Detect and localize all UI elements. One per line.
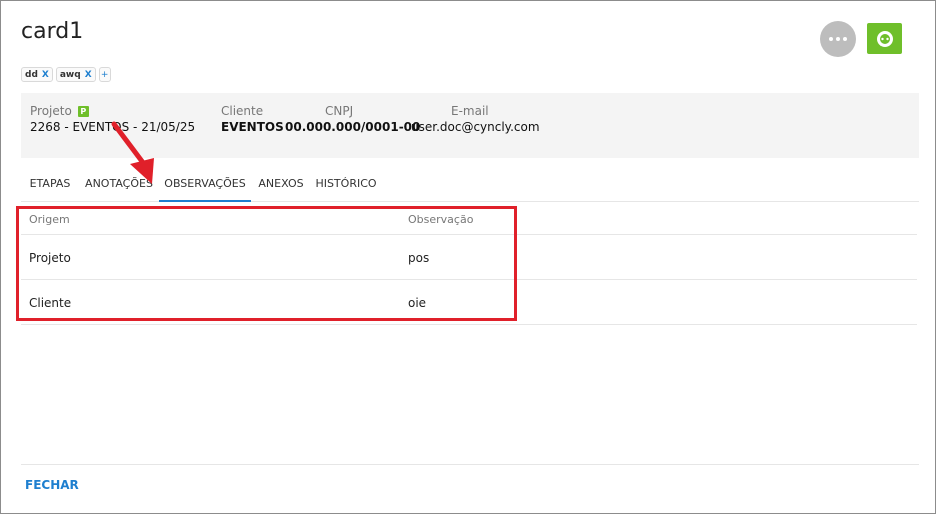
- tag-label: awq: [59, 69, 81, 80]
- tab-historico[interactable]: HISTÓRICO: [311, 167, 381, 202]
- whatsapp-icon: [876, 30, 893, 47]
- cliente-label: Cliente: [221, 104, 264, 118]
- more-options-button[interactable]: [820, 21, 856, 57]
- tab-etapas[interactable]: ETAPAS: [21, 167, 79, 202]
- annotation-arrow-icon: [111, 121, 154, 184]
- footer-divider: [21, 464, 919, 465]
- tag-remove-button[interactable]: X: [42, 70, 49, 80]
- close-button[interactable]: FECHAR: [25, 478, 79, 492]
- cnpj-value: 00.000.000/0001-00: [285, 120, 421, 134]
- card-title: card1: [21, 19, 84, 44]
- projeto-label-wrap: Projeto P: [30, 104, 89, 118]
- cliente-value: EVENTOS: [221, 120, 284, 134]
- tag-remove-button[interactable]: X: [85, 70, 92, 80]
- tag-chip: dd X: [21, 67, 53, 82]
- more-dot: [836, 37, 840, 41]
- projeto-label: Projeto: [30, 104, 72, 118]
- more-dot: [843, 37, 847, 41]
- card-dialog: card1 dd X awq X + Projeto P 2268 - EVENT…: [0, 0, 936, 514]
- tag-label: dd: [25, 69, 38, 80]
- more-dot: [829, 37, 833, 41]
- add-tag-button[interactable]: +: [98, 67, 111, 82]
- highlight-box: [16, 206, 517, 321]
- tag-chip: awq X: [55, 67, 96, 82]
- tab-observacoes[interactable]: OBSERVAÇÕES: [159, 167, 251, 202]
- whatsapp-button[interactable]: [867, 23, 902, 54]
- project-badge: P: [77, 106, 89, 117]
- email-label: E-mail: [451, 104, 489, 118]
- tag-list: dd X awq X +: [21, 67, 111, 82]
- tab-anexos[interactable]: ANEXOS: [251, 167, 311, 202]
- cnpj-label: CNPJ: [325, 104, 354, 118]
- email-value: user.doc@cyncly.com: [411, 120, 540, 134]
